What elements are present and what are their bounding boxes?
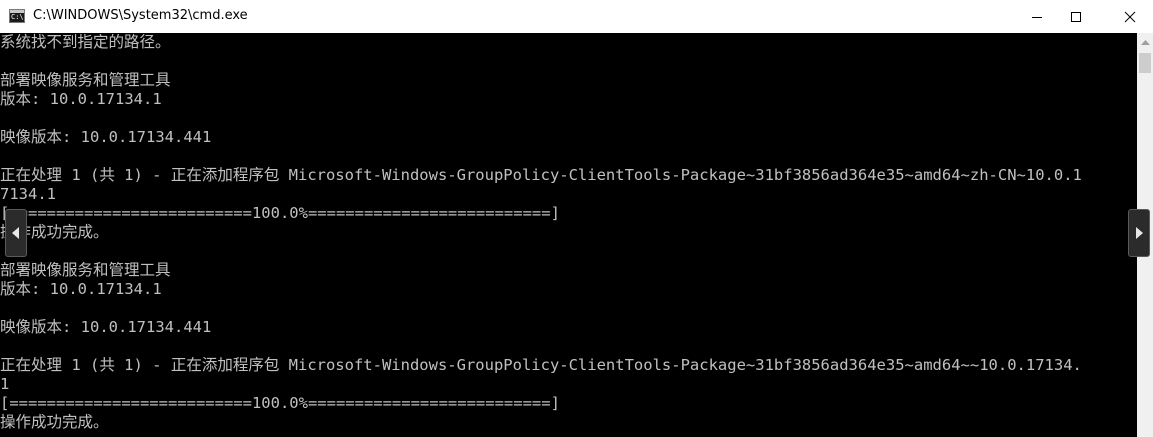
progress-line: [==========================100.0%=======… — [0, 204, 560, 222]
window-title: C:\WINDOWS\System32\cmd.exe — [33, 8, 248, 23]
title-bar[interactable]: C:\. C:\WINDOWS\System32\cmd.exe — [0, 0, 1153, 33]
console-line: 操作成功完成。 — [0, 413, 109, 431]
console-icon-label: C:\. — [11, 13, 28, 21]
console-line: 部署映像服务和管理工具 — [0, 71, 171, 89]
console-line: 正在处理 1 (共 1) - 正在添加程序包 Microsoft-Windows… — [0, 166, 1082, 184]
cmd-window: C:\. C:\WINDOWS\System32\cmd.exe 系统找不到指定… — [0, 0, 1153, 437]
scroll-thumb[interactable] — [1139, 53, 1151, 73]
console-line: 版本: 10.0.17134.1 — [0, 90, 162, 108]
close-button[interactable] — [1107, 0, 1153, 33]
scroll-up-arrow-icon — [1140, 39, 1150, 45]
console-line: 7134.1 — [0, 185, 56, 203]
console-line: 部署映像服务和管理工具 — [0, 261, 171, 279]
scroll-up-button[interactable] — [1137, 33, 1153, 50]
maximize-button[interactable] — [1053, 0, 1099, 33]
console-line: 1 — [0, 375, 10, 393]
previous-arrow-button[interactable] — [5, 209, 27, 257]
console-line: 正在处理 1 (共 1) - 正在添加程序包 Microsoft-Windows… — [0, 356, 1082, 374]
chevron-left-icon — [12, 227, 19, 239]
console-line: 系统找不到指定的路径。 — [0, 33, 171, 51]
console-line: 映像版本: 10.0.17134.441 — [0, 318, 212, 336]
progress-line: [==========================100.0%=======… — [0, 394, 560, 412]
close-icon — [1124, 11, 1136, 22]
chevron-right-icon — [1136, 227, 1143, 239]
console-output[interactable]: 系统找不到指定的路径。 部署映像服务和管理工具 版本: 10.0.17134.1… — [0, 33, 1137, 437]
maximize-icon — [1071, 11, 1081, 22]
console-line: 版本: 10.0.17134.1 — [0, 280, 162, 298]
console-icon: C:\. — [9, 9, 28, 23]
console-line: 映像版本: 10.0.17134.441 — [0, 128, 212, 146]
minimize-icon — [1032, 16, 1042, 18]
next-arrow-button[interactable] — [1128, 209, 1150, 257]
